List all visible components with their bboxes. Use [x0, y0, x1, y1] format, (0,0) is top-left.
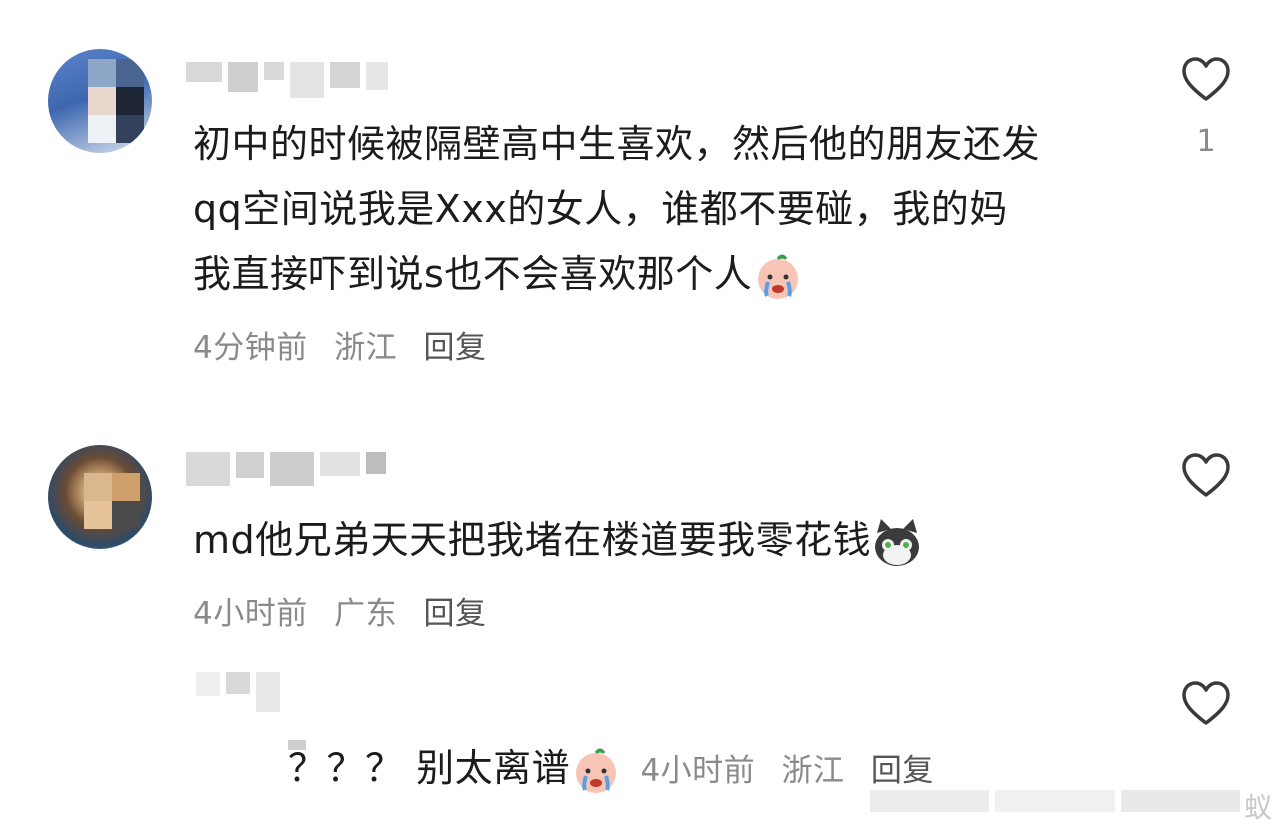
like-button[interactable]: [1180, 54, 1232, 106]
watermark-mosaic: [870, 790, 1240, 812]
timestamp: 4小时前: [640, 753, 756, 789]
timestamp: 4分钟前: [193, 330, 308, 366]
comment-text: md他兄弟天天把我堵在楼道要我零花钱: [193, 508, 923, 573]
heart-icon: [1182, 453, 1230, 497]
like-button[interactable]: [1180, 678, 1232, 730]
location: 浙江: [334, 330, 398, 366]
timestamp: 4小时前: [193, 596, 308, 632]
reply-text: ？？？ 别太离谱 4小时前 浙江 回复: [288, 736, 934, 804]
location: 广东: [334, 596, 398, 632]
like-count: 1: [1196, 124, 1216, 159]
reply-button[interactable]: 回复: [423, 596, 486, 632]
avatar[interactable]: [48, 445, 152, 549]
reply-button[interactable]: 回复: [423, 330, 486, 366]
crying-face-emoji: [752, 251, 804, 303]
username[interactable]: [186, 452, 386, 486]
crying-face-emoji: [570, 745, 622, 797]
like-button[interactable]: [1180, 450, 1232, 502]
comment-meta: 4分钟前 浙江 回复: [193, 322, 486, 367]
cat-face-emoji: [871, 517, 923, 569]
watermark: 蚁: [1244, 791, 1273, 824]
comment-text: 初中的时候被隔壁高中生喜欢，然后他的朋友还发 qq空间说我是Xxx的女人，谁都不…: [193, 112, 1153, 307]
reply-button[interactable]: 回复: [871, 753, 934, 789]
username[interactable]: [186, 62, 388, 98]
heart-icon: [1182, 57, 1230, 101]
heart-icon: [1182, 681, 1230, 725]
location: 浙江: [781, 753, 845, 789]
avatar[interactable]: [48, 49, 152, 153]
reply-username[interactable]: [196, 672, 280, 712]
comment-meta: 4小时前 广东 回复: [193, 588, 486, 633]
